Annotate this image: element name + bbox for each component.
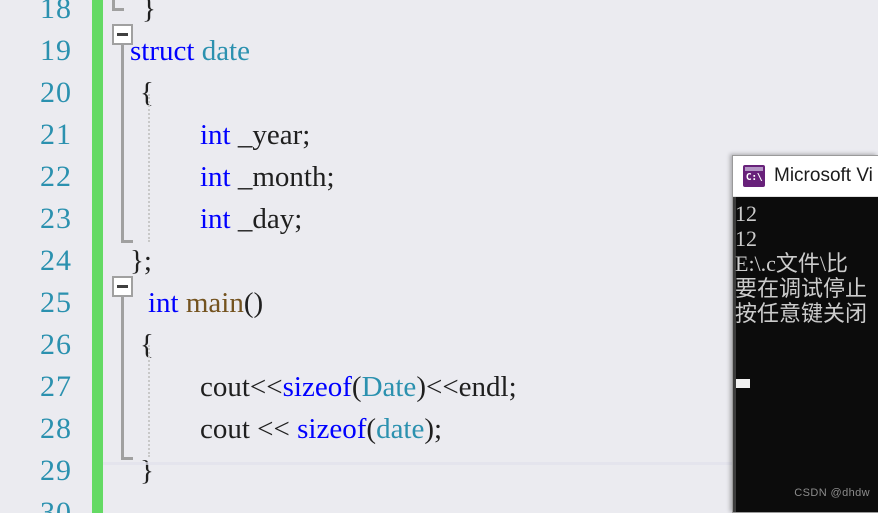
change-indicator-bar <box>92 492 103 513</box>
code-line-text[interactable]: int _year; <box>200 114 310 156</box>
change-indicator-bar <box>92 72 103 114</box>
console-title-text: Microsoft Vi <box>774 165 873 186</box>
code-token: Date <box>361 371 417 403</box>
code-line-text[interactable]: } <box>142 0 156 30</box>
fold-toggle-struct-date[interactable] <box>112 24 133 45</box>
screen-root: 18} 19 struct date 20 {21 int _year; 22 int _mo… <box>0 0 878 513</box>
change-indicator-bar <box>92 282 103 324</box>
code-line-text[interactable]: { <box>140 72 154 114</box>
fold-guide-struct-date <box>121 45 124 240</box>
code-token: _month; <box>230 161 335 193</box>
code-line-text[interactable]: struct date <box>130 30 250 72</box>
line-number: 21 <box>40 118 72 151</box>
fold-elbow-struct-date-end <box>121 240 133 243</box>
code-token: int <box>200 203 231 235</box>
line-number: 28 <box>40 412 72 445</box>
console-output-line: E:\.c文件\比 <box>735 251 849 276</box>
code-token: date <box>201 35 250 67</box>
code-token: _year; <box>230 119 311 151</box>
debug-console-window[interactable]: C:\ Microsoft Vi 12 12 E:\.c文件\比 要在调试停止 按任意键… <box>732 155 878 513</box>
code-token: )<<endl; <box>416 371 517 403</box>
code-line-text[interactable]: cout<<sizeof(Date)<<endl; <box>200 366 517 408</box>
console-output-line: 12 <box>735 201 757 226</box>
fold-guide-main <box>121 297 124 457</box>
line-number: 27 <box>40 370 72 403</box>
indent-guide-main-body <box>148 345 150 457</box>
console-title-bar[interactable]: C:\ Microsoft Vi <box>733 156 878 197</box>
code-line-text[interactable]: { <box>140 324 154 366</box>
code-line-text[interactable]: } <box>140 450 154 492</box>
console-output-area[interactable]: 12 12 E:\.c文件\比 要在调试停止 按任意键关闭 <box>733 197 878 512</box>
code-token: int <box>200 119 231 151</box>
code-line-text[interactable]: int _month; <box>200 156 335 198</box>
code-line-text[interactable]: }; <box>130 240 152 282</box>
code-token: } <box>142 0 156 25</box>
line-number: 18 <box>40 0 72 25</box>
code-token: }; <box>130 245 152 277</box>
fold-elbow-line18 <box>112 8 124 11</box>
fold-guide-above <box>112 0 115 8</box>
code-line[interactable]: 20 { <box>0 72 878 114</box>
code-token: sizeof <box>297 413 367 445</box>
code-token: main <box>185 287 244 319</box>
code-token: cout<< <box>200 371 283 403</box>
change-indicator-bar <box>92 240 103 282</box>
change-indicator-bar <box>92 450 103 492</box>
code-token: { <box>140 329 154 361</box>
change-indicator-bar <box>92 324 103 366</box>
change-indicator-bar <box>92 198 103 240</box>
console-icon: C:\ <box>743 165 765 187</box>
code-token: () <box>243 287 264 319</box>
code-token: ( <box>366 413 377 445</box>
console-output-line: 要在调试停止 <box>735 276 868 301</box>
line-number: 24 <box>40 244 72 277</box>
line-number: 25 <box>40 286 72 319</box>
code-token: int <box>148 287 179 319</box>
code-line-text[interactable]: int main() <box>148 282 263 324</box>
change-indicator-bar <box>92 30 103 72</box>
console-output-line: 按任意键关闭 <box>735 301 868 326</box>
console-output-lines: 12 12 E:\.c文件\比 要在调试停止 按任意键关闭 <box>735 201 878 326</box>
code-token: _day; <box>230 203 303 235</box>
line-number: 19 <box>40 34 72 67</box>
change-indicator-bar <box>92 0 103 30</box>
code-token: cout << <box>200 413 298 445</box>
fold-elbow-main-end <box>121 457 133 460</box>
line-number: 23 <box>40 202 72 235</box>
console-output-line: 12 <box>735 226 757 251</box>
console-icon-label: C:\ <box>745 172 763 183</box>
change-indicator-bar <box>92 408 103 450</box>
fold-toggle-main[interactable] <box>112 276 133 297</box>
code-token: struct <box>130 35 195 67</box>
change-indicator-bar <box>92 366 103 408</box>
console-cursor <box>736 379 750 388</box>
line-number: 29 <box>40 454 72 487</box>
line-number: 30 <box>40 496 72 513</box>
code-token: ); <box>424 413 443 445</box>
watermark: CSDN @dhdw <box>794 487 870 499</box>
line-number: 20 <box>40 76 72 109</box>
code-token: date <box>376 413 425 445</box>
code-token: sizeof <box>282 371 352 403</box>
code-token: } <box>140 455 154 487</box>
code-line[interactable]: 21 int _year; <box>0 114 878 156</box>
code-token: int <box>200 161 231 193</box>
code-line-text[interactable]: int _day; <box>200 198 302 240</box>
line-number: 22 <box>40 160 72 193</box>
change-indicator-bar <box>92 114 103 156</box>
code-line-text[interactable]: cout << sizeof(date); <box>200 408 442 450</box>
line-number: 26 <box>40 328 72 361</box>
code-token: { <box>140 77 154 109</box>
indent-guide-struct-body <box>148 94 150 242</box>
change-indicator-bar <box>92 156 103 198</box>
code-token: ( <box>351 371 362 403</box>
